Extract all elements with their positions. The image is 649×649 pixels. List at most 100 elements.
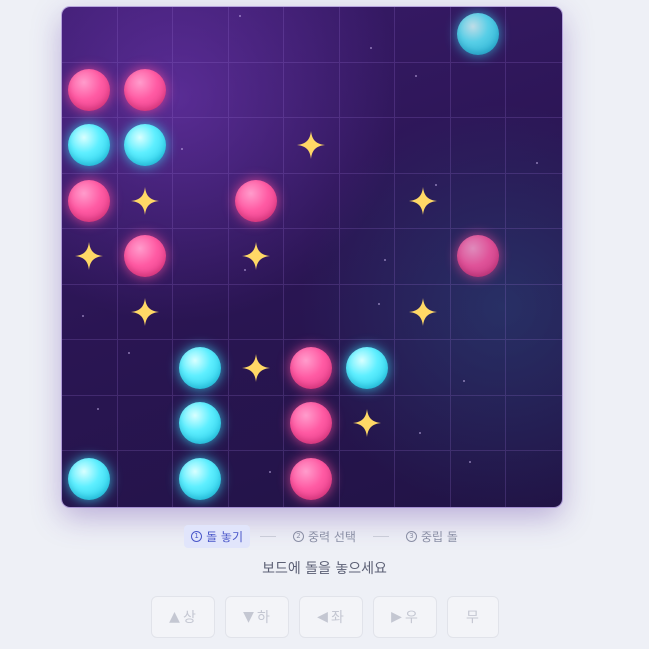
board-cell[interactable] <box>228 284 285 341</box>
board-cell[interactable] <box>117 62 174 119</box>
board-cell[interactable] <box>339 284 396 341</box>
board-cell[interactable] <box>117 229 174 285</box>
board-cell[interactable] <box>173 7 229 63</box>
board-cell[interactable] <box>395 395 451 452</box>
board-cell[interactable] <box>173 62 229 119</box>
background-star-dot <box>415 74 418 77</box>
board-cell[interactable] <box>117 284 174 341</box>
board-cell[interactable] <box>62 229 118 285</box>
board-cell[interactable] <box>117 118 174 174</box>
board-cell[interactable] <box>284 7 340 63</box>
board-cell[interactable] <box>450 229 507 285</box>
board-cell[interactable] <box>117 7 174 63</box>
board-cell[interactable] <box>173 118 229 174</box>
step-neutral-stone: 3 중립 돌 <box>399 525 465 548</box>
board-cell[interactable] <box>395 173 451 230</box>
board-cell[interactable] <box>506 285 562 341</box>
board-cell[interactable] <box>506 340 562 396</box>
board-cell[interactable] <box>339 62 396 119</box>
board-cell[interactable] <box>340 451 396 507</box>
button-label: 좌 <box>330 610 344 626</box>
board-cell[interactable] <box>284 173 340 230</box>
board-cell[interactable] <box>228 229 285 285</box>
board-cell[interactable] <box>450 395 507 452</box>
sparkle-star-icon <box>353 409 382 438</box>
board-cell[interactable] <box>62 173 118 230</box>
pink-stone <box>68 68 111 111</box>
board-cell[interactable] <box>284 451 340 507</box>
board-cell[interactable] <box>450 7 507 63</box>
pink-stone <box>290 346 333 389</box>
board-cell[interactable] <box>62 395 118 452</box>
board-cell[interactable] <box>506 396 562 452</box>
board-cell[interactable] <box>395 62 451 119</box>
board-cell[interactable] <box>228 7 285 63</box>
pink-stone <box>457 235 500 278</box>
pink-stone <box>234 179 277 222</box>
board-cell[interactable] <box>395 118 451 174</box>
background-star-dot <box>127 352 130 355</box>
board-cell[interactable] <box>62 118 118 174</box>
board-cell[interactable] <box>173 451 229 507</box>
board-cell[interactable] <box>117 173 174 230</box>
board-cell[interactable] <box>228 118 285 174</box>
board-cell[interactable] <box>506 63 562 119</box>
board-cell[interactable] <box>450 284 507 341</box>
board-cell[interactable] <box>395 284 451 341</box>
board-cell[interactable] <box>173 340 229 396</box>
board-cell[interactable] <box>228 173 285 230</box>
gravity-none-button[interactable]: 무 <box>446 596 499 638</box>
board-cell[interactable] <box>339 395 396 452</box>
board-cell[interactable] <box>284 229 340 285</box>
board-cell[interactable] <box>117 395 174 452</box>
board-cell[interactable] <box>339 173 396 230</box>
board-cell[interactable] <box>173 284 229 341</box>
board-cell[interactable] <box>451 451 507 507</box>
step-label: 중립 돌 <box>420 530 458 544</box>
step-label: 돌 놓기 <box>206 530 243 544</box>
arrow-down-icon: ▼ <box>243 609 254 625</box>
board-cell[interactable] <box>339 7 396 63</box>
board-cell[interactable] <box>173 173 229 230</box>
gravity-left-button[interactable]: ◀ 좌 <box>298 596 363 638</box>
board-cell[interactable] <box>450 118 507 174</box>
board-cell[interactable] <box>62 340 118 396</box>
board-cell[interactable] <box>229 451 285 507</box>
board-cell[interactable] <box>118 451 174 507</box>
board-cell[interactable] <box>395 229 451 285</box>
board-cell[interactable] <box>450 62 507 119</box>
board-cell[interactable] <box>284 395 340 452</box>
board-cell[interactable] <box>284 62 340 119</box>
board-cell[interactable] <box>395 340 451 396</box>
board-cell[interactable] <box>117 340 174 396</box>
board-cell[interactable] <box>339 340 396 396</box>
board-cell[interactable] <box>62 62 118 119</box>
board-cell[interactable] <box>395 7 451 63</box>
gravity-up-button[interactable]: ▲ 상 <box>150 596 215 638</box>
board-cell[interactable] <box>506 229 562 285</box>
board-cell[interactable] <box>62 284 118 341</box>
gravity-down-button[interactable]: ▼ 하 <box>224 596 289 638</box>
board-cell[interactable] <box>173 229 229 285</box>
board-cell[interactable] <box>450 173 507 230</box>
board-cell[interactable] <box>228 340 285 396</box>
gravity-right-button[interactable]: ▶ 우 <box>372 596 437 638</box>
board-cell[interactable] <box>506 451 562 507</box>
board-cell[interactable] <box>173 395 229 452</box>
board-cell[interactable] <box>339 118 396 174</box>
board-cell[interactable] <box>284 118 340 174</box>
board-cell[interactable] <box>228 62 285 119</box>
board-cell[interactable] <box>62 7 118 63</box>
board-cell[interactable] <box>339 229 396 285</box>
board-cell[interactable] <box>284 284 340 341</box>
step-number: 3 <box>405 531 417 542</box>
background-star-dot <box>383 259 386 262</box>
board-cell[interactable] <box>506 174 562 230</box>
board-cell[interactable] <box>395 451 451 507</box>
board-cell[interactable] <box>506 118 562 174</box>
board-cell[interactable] <box>506 7 562 63</box>
board-cell[interactable] <box>228 395 285 452</box>
board-cell[interactable] <box>62 451 118 507</box>
board-cell[interactable] <box>284 340 340 396</box>
board-cell[interactable] <box>450 340 507 396</box>
